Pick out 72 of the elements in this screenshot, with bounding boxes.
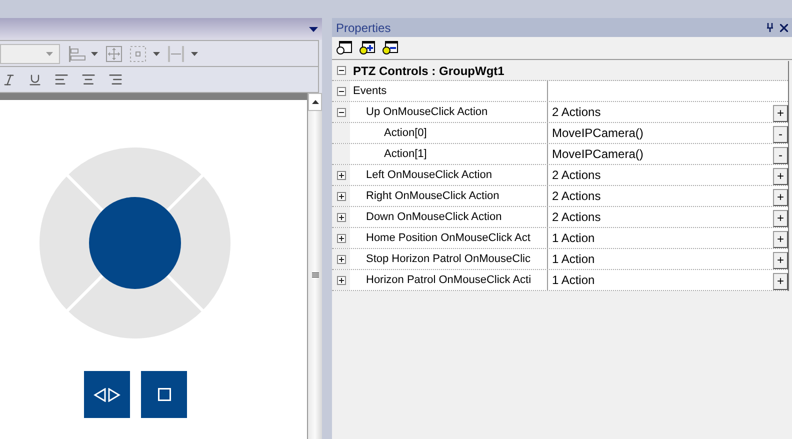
underline-icon[interactable] — [28, 72, 42, 86]
pin-icon[interactable] — [766, 23, 774, 32]
dropdown-arrow-icon[interactable] — [309, 26, 318, 32]
property-value: MoveIPCamera() — [552, 125, 644, 142]
row-button[interactable]: - — [773, 126, 788, 142]
property-name: Down OnMouseClick Action — [366, 210, 502, 225]
property-value: 2 Actions — [552, 104, 601, 121]
align-objects-icon[interactable] — [68, 46, 98, 62]
grip-icon[interactable] — [312, 272, 318, 278]
property-value: 2 Actions — [552, 209, 601, 226]
property-row[interactable]: Down OnMouseClick Action 2 Actions + — [332, 207, 788, 228]
property-value: 2 Actions — [552, 188, 601, 205]
stop-button[interactable] — [141, 371, 187, 418]
scroll-up-icon[interactable] — [312, 100, 318, 104]
center-icon[interactable] — [130, 46, 160, 62]
property-row[interactable]: Action[0] MoveIPCamera() - — [332, 123, 788, 144]
align-right-icon[interactable] — [108, 72, 123, 87]
property-name: Action[0] — [384, 126, 427, 141]
property-value: 1 Action — [552, 230, 595, 247]
align-left-icon[interactable] — [54, 72, 69, 87]
expand-icon[interactable] — [336, 192, 346, 200]
patrol-button[interactable] — [84, 371, 130, 418]
collapse-icon[interactable] — [336, 66, 346, 75]
spacing-icon[interactable] — [168, 46, 198, 62]
property-row[interactable]: Up OnMouseClick Action 2 Actions + — [332, 102, 788, 123]
property-row[interactable]: Action[1] MoveIPCamera() - — [332, 144, 788, 165]
row-button[interactable]: + — [773, 272, 788, 290]
property-name: Left OnMouseClick Action — [366, 168, 492, 183]
property-name: Stop Horizon Patrol OnMouseClic — [366, 252, 530, 267]
property-name: Up OnMouseClick Action — [366, 104, 488, 120]
property-row[interactable]: Home Position OnMouseClick Act 1 Action + — [332, 228, 788, 249]
property-value: 1 Action — [552, 272, 595, 289]
expand-icon[interactable] — [336, 276, 346, 284]
collapse-icon[interactable] — [336, 86, 346, 96]
close-icon[interactable] — [780, 24, 788, 32]
property-value: 1 Action — [552, 251, 595, 268]
row-button[interactable]: + — [773, 188, 788, 206]
row-button[interactable]: + — [773, 104, 788, 122]
view-icon[interactable] — [336, 40, 352, 56]
object-title: PTZ Controls : GroupWgt1 — [352, 62, 504, 80]
row-button[interactable]: + — [773, 168, 788, 184]
property-name: Action[1] — [384, 146, 427, 162]
expand-icon[interactable] — [336, 170, 346, 180]
panel-title: Properties — [336, 20, 391, 36]
property-value: MoveIPCamera() — [552, 146, 644, 163]
property-row[interactable]: Stop Horizon Patrol OnMouseClic 1 Action + — [332, 249, 788, 270]
remove-icon[interactable] — [382, 40, 398, 56]
expand-icon[interactable] — [336, 254, 346, 264]
italic-icon[interactable] — [2, 72, 16, 86]
property-name: Events — [353, 84, 387, 99]
font-size-field[interactable] — [0, 44, 60, 64]
align-center-icon[interactable] — [81, 72, 96, 87]
row-button[interactable]: + — [773, 210, 788, 226]
collapse-icon[interactable] — [336, 108, 346, 116]
property-row[interactable]: Events — [332, 81, 788, 102]
left-right-arrows-icon — [93, 388, 121, 402]
property-value: 2 Actions — [552, 167, 601, 184]
row-button[interactable]: + — [773, 252, 788, 268]
property-row[interactable]: Right OnMouseClick Action 2 Actions + — [332, 186, 788, 207]
expand-icon[interactable] — [336, 212, 346, 222]
property-row[interactable]: Left OnMouseClick Action 2 Actions + — [332, 165, 788, 186]
scrollbar[interactable] — [307, 93, 322, 439]
property-name: Home Position OnMouseClick Act — [366, 230, 530, 246]
direction-pad-drawing[interactable] — [36, 144, 234, 342]
expand-icon[interactable] — [336, 234, 346, 242]
property-name: Horizon Patrol OnMouseClick Acti — [366, 272, 532, 288]
stop-icon — [158, 388, 170, 401]
add-icon[interactable] — [359, 40, 375, 56]
property-name: Right OnMouseClick Action — [366, 188, 500, 204]
row-button[interactable]: + — [773, 230, 788, 248]
property-row[interactable]: Horizon Patrol OnMouseClick Acti 1 Action + — [332, 270, 788, 291]
row-button[interactable]: - — [773, 146, 788, 164]
